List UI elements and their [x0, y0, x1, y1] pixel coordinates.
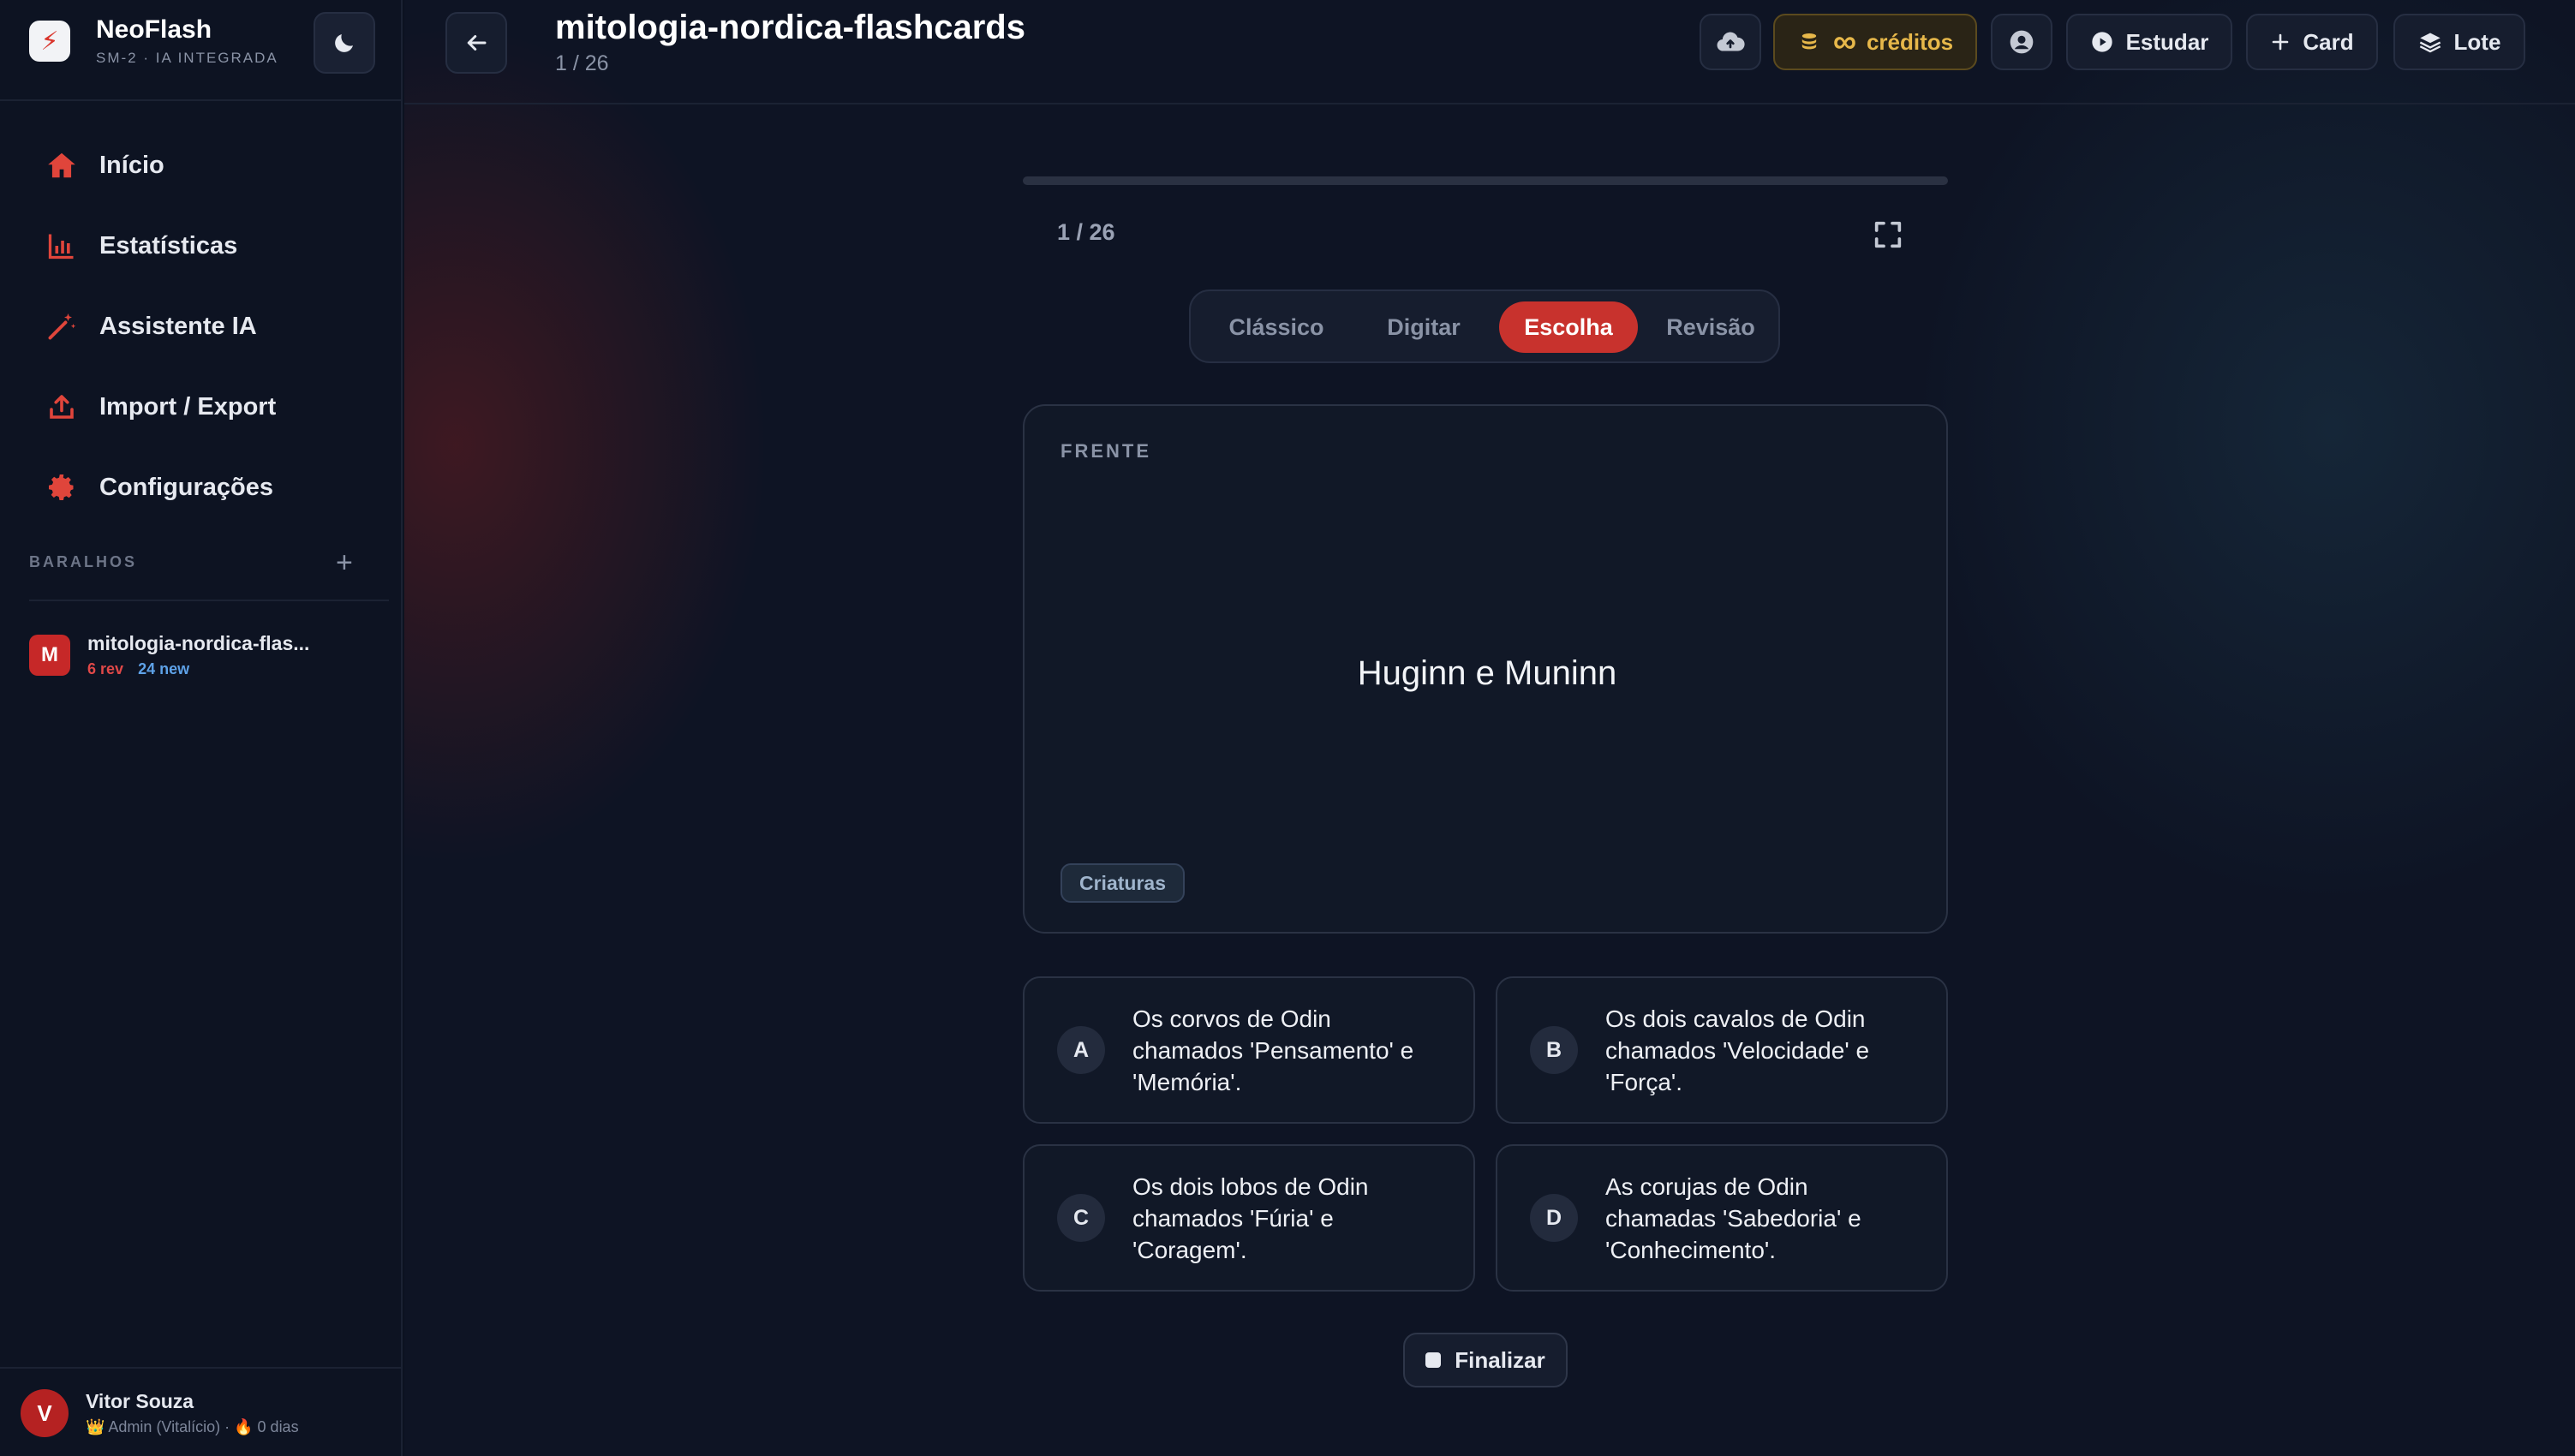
bar-chart-icon [45, 229, 79, 263]
add-deck-button[interactable]: + [336, 548, 353, 577]
card-front-text: Huginn e Muninn [1357, 654, 1617, 692]
sidebar-item-label: Import / Export [99, 392, 277, 421]
option-letter: B [1530, 1026, 1578, 1074]
lightning-logo-icon: ⚡ [29, 21, 70, 62]
deck-new-count: 24 new [138, 660, 190, 677]
tab-digitar[interactable]: Digitar [1360, 301, 1487, 353]
user-meta: 👑 Admin (Vitalício) · 🔥 0 dias [86, 1418, 299, 1435]
theme-toggle-button[interactable] [314, 12, 375, 74]
page-subtitle: 1 / 26 [555, 51, 609, 75]
tab-classico[interactable]: Clássico [1208, 301, 1345, 353]
divider [29, 600, 389, 601]
card-counter: 1 / 26 [1057, 219, 1115, 245]
brand-name: NeoFlash [96, 15, 212, 44]
divider [0, 1367, 403, 1369]
tab-escolha[interactable]: Escolha [1499, 301, 1638, 353]
card-label: Card [2303, 28, 2354, 55]
user-profile[interactable]: V Vitor Souza 👑 Admin (Vitalício) · 🔥 0 … [21, 1389, 299, 1437]
add-card-button[interactable]: Card [2246, 14, 2378, 70]
page-title: mitologia-nordica-flashcards [555, 9, 1025, 46]
sidebar-item-assistente-ia[interactable]: Assistente IA [0, 286, 403, 367]
card-tag: Criaturas [1060, 863, 1185, 903]
option-c-button[interactable]: C Os dois lobos de Odin chamados 'Fúria'… [1023, 1144, 1475, 1292]
fullscreen-icon [1874, 221, 1902, 248]
deck-name: mitologia-nordica-flas... [87, 632, 310, 654]
main-content: mitologia-nordica-flashcards 1 / 26 ∞ cr… [404, 0, 2575, 1456]
sidebar-item-configuracoes[interactable]: Configurações [0, 447, 403, 528]
deck-item[interactable]: M mitologia-nordica-flas... 6 rev 24 new [29, 632, 309, 678]
flashcard[interactable]: FRENTE Huginn e Muninn Criaturas [1023, 404, 1948, 934]
user-name: Vitor Souza [86, 1390, 194, 1412]
sidebar-item-label: Assistente IA [99, 312, 257, 340]
option-text: Os dois lobos de Odin chamados 'Fúria' e… [1132, 1173, 1369, 1263]
study-button[interactable]: Estudar [2066, 14, 2232, 70]
option-d-button[interactable]: D As corujas de Odin chamadas 'Sabedoria… [1496, 1144, 1948, 1292]
sidebar-item-label: Configurações [99, 473, 274, 501]
study-label: Estudar [2125, 28, 2209, 55]
layers-icon [2418, 30, 2442, 54]
option-text: Os dois cavalos de Odin chamados 'Veloci… [1605, 1005, 1870, 1095]
avatar: V [21, 1389, 69, 1437]
deck-review-count: 6 rev [87, 660, 124, 677]
deck-badge: M [29, 635, 70, 676]
divider [0, 99, 403, 101]
infinity-icon: ∞ [1832, 23, 1856, 60]
upload-icon [45, 390, 79, 424]
top-bar: mitologia-nordica-flashcards 1 / 26 ∞ cr… [404, 0, 2575, 104]
back-button[interactable] [445, 12, 507, 74]
magic-wand-icon [45, 309, 79, 343]
coins-icon [1797, 30, 1821, 54]
option-b-button[interactable]: B Os dois cavalos de Odin chamados 'Velo… [1496, 976, 1948, 1124]
home-icon [45, 148, 79, 182]
study-progress-bar [1023, 176, 1948, 185]
sidebar-item-import-export[interactable]: Import / Export [0, 367, 403, 447]
sidebar-nav: Início Estatísticas Assistente IA Import… [0, 125, 403, 528]
finish-button[interactable]: Finalizar [1403, 1333, 1568, 1387]
account-button[interactable] [1991, 14, 2052, 70]
credits-button[interactable]: ∞ créditos [1773, 14, 1977, 70]
moon-icon [335, 34, 353, 52]
option-letter: D [1530, 1194, 1578, 1242]
cloud-upload-icon [1717, 32, 1745, 51]
batch-button[interactable]: Lote [2393, 14, 2525, 70]
option-text: Os corvos de Odin chamados 'Pensamento' … [1132, 1005, 1414, 1095]
card-side-label: FRENTE [1060, 440, 1151, 462]
gear-icon [45, 470, 79, 504]
option-letter: A [1057, 1026, 1105, 1074]
finish-label: Finalizar [1455, 1346, 1545, 1373]
sidebar-item-label: Início [99, 151, 164, 179]
user-circle-icon [2010, 30, 2034, 54]
cloud-sync-button[interactable] [1700, 14, 1761, 70]
tab-revisao[interactable]: Revisão [1648, 301, 1773, 353]
sidebar-item-label: Estatísticas [99, 231, 238, 260]
fullscreen-button[interactable] [1871, 218, 1905, 252]
plus-icon [2270, 32, 2291, 52]
credits-label: créditos [1866, 28, 1954, 55]
stop-icon [1425, 1352, 1442, 1368]
option-a-button[interactable]: A Os corvos de Odin chamados 'Pensamento… [1023, 976, 1475, 1124]
sidebar: ⚡ NeoFlash SM-2 · IA INTEGRADA Início Es… [0, 0, 403, 1456]
sidebar-item-estatisticas[interactable]: Estatísticas [0, 206, 403, 286]
option-letter: C [1057, 1194, 1105, 1242]
brand-subtitle: SM-2 · IA INTEGRADA [96, 50, 278, 66]
arrow-left-icon [467, 35, 487, 51]
decks-section-label: BARALHOS [29, 553, 137, 570]
study-mode-switch: Clássico Digitar Escolha Revisão [1189, 289, 1780, 363]
brand[interactable]: ⚡ NeoFlash SM-2 · IA INTEGRADA [29, 15, 278, 67]
option-text: As corujas de Odin chamadas 'Sabedoria' … [1605, 1173, 1861, 1263]
batch-label: Lote [2453, 28, 2501, 55]
play-icon [2090, 30, 2114, 54]
sidebar-item-inicio[interactable]: Início [0, 125, 403, 206]
